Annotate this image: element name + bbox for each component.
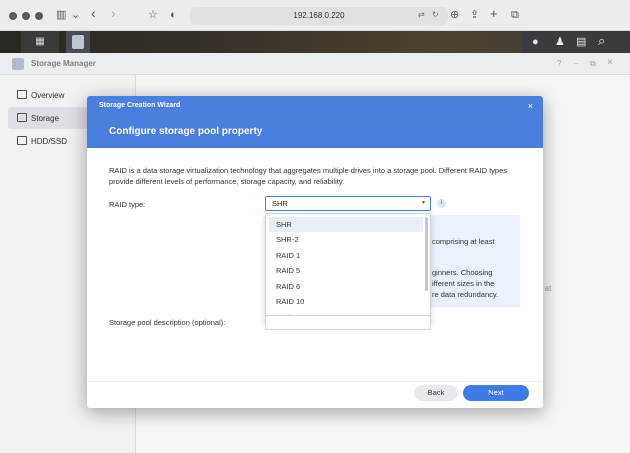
user-icon[interactable]: ♟ <box>555 35 565 49</box>
raid-option-shr[interactable]: SHR <box>269 217 423 232</box>
wizard-step-title: Configure storage pool property <box>109 126 263 137</box>
download-icon[interactable]: ⊕ <box>450 9 459 21</box>
raid-type-select[interactable]: SHR ▾ <box>265 196 431 211</box>
chevron-down-icon: ▾ <box>421 200 425 206</box>
dsm-taskbar: ▦ ● ♟ ▤ ⌕ <box>0 31 630 53</box>
back-icon[interactable]: ‹ <box>91 6 96 20</box>
info-text: ginners. Choosing <box>432 268 493 277</box>
forward-icon[interactable]: › <box>111 6 116 20</box>
sidebar-toggle-icon[interactable]: ▥ <box>56 9 66 21</box>
widgets-icon[interactable]: ▤ <box>576 35 586 49</box>
raid-option-shr-2[interactable]: SHR-2 <box>269 232 423 247</box>
chevron-down-icon[interactable]: ⌄ <box>71 9 80 21</box>
raid-type-value: SHR <box>272 199 288 208</box>
search-icon[interactable]: ⌕ <box>598 34 605 48</box>
raid-type-dropdown: SHR SHR-2 RAID 1 RAID 5 RAID 6 RAID 10 B… <box>265 213 431 323</box>
chat-icon[interactable]: ● <box>532 35 539 49</box>
close-icon[interactable]: × <box>528 101 533 111</box>
storage-creation-wizard: Storage Creation Wizard × Configure stor… <box>87 96 543 408</box>
dropdown-scrollbar[interactable] <box>425 217 428 291</box>
shield-icon[interactable]: ◐ <box>170 9 177 21</box>
share-icon[interactable]: ⇪ <box>470 9 479 21</box>
next-button[interactable]: Next <box>463 385 529 401</box>
pool-description-input[interactable] <box>265 315 431 330</box>
translate-icon[interactable]: ⇄ <box>418 10 425 19</box>
storage-manager-taskbar-icon[interactable] <box>66 31 90 53</box>
close-window-button[interactable] <box>9 12 17 20</box>
raid-option-raid-1[interactable]: RAID 1 <box>269 248 423 263</box>
wizard-window-title: Storage Creation Wizard <box>99 102 181 109</box>
minimize-window-button[interactable] <box>22 12 30 20</box>
tab-overview-icon[interactable]: ⧉ <box>511 9 519 21</box>
raid-option-raid-6[interactable]: RAID 6 <box>269 279 423 294</box>
info-text: comprising at least <box>432 237 495 246</box>
back-button[interactable]: Back <box>414 385 458 401</box>
main-menu-icon[interactable]: ▦ <box>21 31 59 53</box>
pool-description-label: Storage pool description (optional): <box>109 318 226 327</box>
info-text: ifferent sizes in the <box>432 279 495 288</box>
raid-option-raid-5[interactable]: RAID 5 <box>269 263 423 278</box>
raid-type-label: RAID type: <box>109 200 146 209</box>
new-tab-icon[interactable]: + <box>490 7 498 20</box>
browser-toolbar: ▥ ⌄ ‹ › ☆ ◐ 192.168.0.220 ⇄ ↻ ⊕ ⇪ + ⧉ <box>0 0 630 31</box>
info-text: re data redundancy. <box>432 290 499 299</box>
raid-option-raid-10[interactable]: RAID 10 <box>269 294 423 309</box>
wizard-description: RAID is a data storage virtualization te… <box>109 166 507 186</box>
zoom-window-button[interactable] <box>35 12 43 20</box>
reload-icon[interactable]: ↻ <box>432 10 439 19</box>
info-icon[interactable]: i <box>437 199 446 208</box>
address-bar[interactable]: 192.168.0.220 <box>190 7 448 25</box>
star-icon[interactable]: ☆ <box>148 9 158 21</box>
wizard-header: Storage Creation Wizard × Configure stor… <box>87 96 543 148</box>
